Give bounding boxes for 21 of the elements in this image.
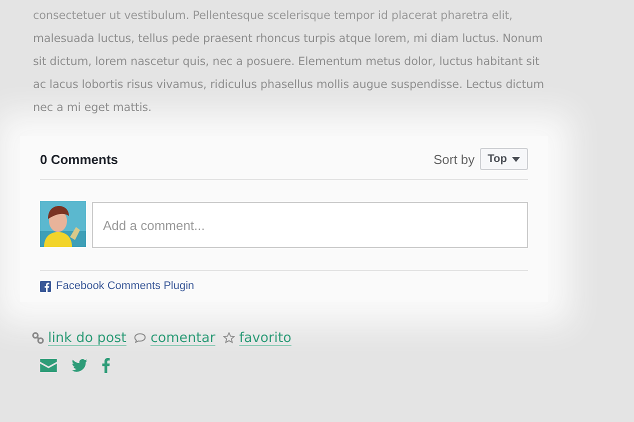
sort-label: Sort by: [433, 152, 475, 166]
sort-dropdown[interactable]: Top: [480, 148, 528, 170]
post-link[interactable]: link do post: [48, 330, 126, 346]
paragraph-line: consectetuer ut vestibulum. Pellentesque scelerisque tempor id placerat pharetra elit,: [33, 8, 514, 24]
comment-count: 0 Comments: [40, 152, 120, 166]
post-link[interactable]: comentar: [150, 330, 216, 346]
post-link[interactable]: favorito: [239, 330, 292, 346]
paragraph-line: malesuada luctus, tellus pede praesent rhoncus turpis atque lorem, mi diam luctus. Nonum: [33, 31, 544, 47]
plugin-link[interactable]: Facebook Comments Plugin: [56, 280, 194, 292]
facebook-f-icon[interactable]: [102, 358, 110, 373]
bird-icon[interactable]: [71, 359, 88, 372]
chain-icon: [32, 332, 44, 344]
envelope-icon[interactable]: [40, 359, 57, 372]
speech-bubble-icon: [134, 332, 146, 344]
comment-field[interactable]: Add a comment...: [92, 202, 528, 248]
facebook-icon: [40, 280, 51, 292]
paragraph-line: ac lacus lobortis risus vivamus, ridiculus phasellus mollis augue suspendisse. Lectus dictum: [33, 77, 546, 93]
paragraph-line: nec a mi eget mattis.: [33, 100, 153, 116]
caret-icon: [512, 156, 520, 162]
star-icon: [223, 332, 236, 344]
paragraph-line: sit dictum, lorem nascetur quis, nec a posuere. Elementum metus dolor, luctus habitant sit: [33, 54, 540, 70]
